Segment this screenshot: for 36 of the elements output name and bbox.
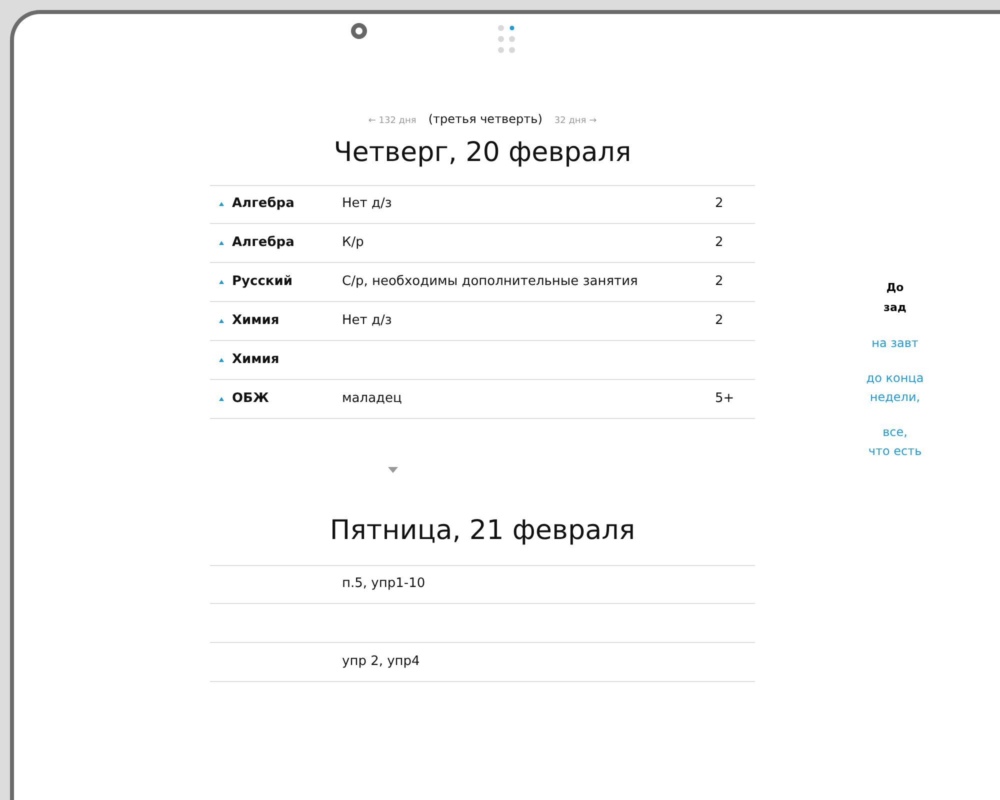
triangle-icon: [218, 240, 224, 244]
subject-name: Алгебра: [232, 234, 294, 250]
triangle-icon: [218, 318, 224, 322]
triangle-icon: [218, 358, 224, 362]
homework-text: Нет д/з: [342, 196, 392, 212]
caret-icon[interactable]: [388, 466, 398, 472]
triangle-icon: [218, 202, 224, 206]
next-days-link[interactable]: 32 дня →: [554, 115, 597, 128]
subject-name: Русский: [232, 274, 292, 289]
previous-days-link[interactable]: ← 132 дня: [368, 115, 416, 128]
triangle-icon: [218, 280, 224, 284]
subject-name: ОБЖ: [232, 390, 269, 406]
subject-name: Алгебра: [232, 196, 294, 212]
grade: 2: [715, 196, 724, 212]
grade: 2: [715, 274, 724, 289]
triangle-icon: [218, 396, 224, 400]
homework-text: п.5, упр1-10: [342, 576, 426, 592]
grade: 2: [715, 234, 724, 250]
filter-link[interactable]: на завт: [872, 334, 918, 353]
filter-link[interactable]: до конца недели,: [866, 369, 924, 407]
day-heading: Четверг, 20 февраля: [334, 136, 632, 170]
sidebar-title: До: [886, 280, 904, 296]
filter-link[interactable]: все, что есть: [868, 423, 922, 461]
homework-text: С/р, необходимы дополнительные занятия: [342, 274, 638, 289]
homework-text: упр 2, упр4: [342, 654, 420, 669]
homework-text: маладец: [342, 390, 402, 406]
grade: 5+: [715, 390, 734, 406]
term-label: (третья четверть): [428, 111, 542, 128]
day-heading: Пятница, 21 февраля: [330, 514, 636, 548]
subject-name: Химия: [232, 312, 280, 328]
camera-icon: [350, 22, 368, 40]
homework-text: Нет д/з: [342, 312, 392, 328]
sidebar-title: зад: [884, 300, 906, 316]
subject-name: Химия: [232, 352, 280, 367]
homework-text: К/р: [342, 234, 364, 250]
grade: 2: [715, 312, 724, 328]
